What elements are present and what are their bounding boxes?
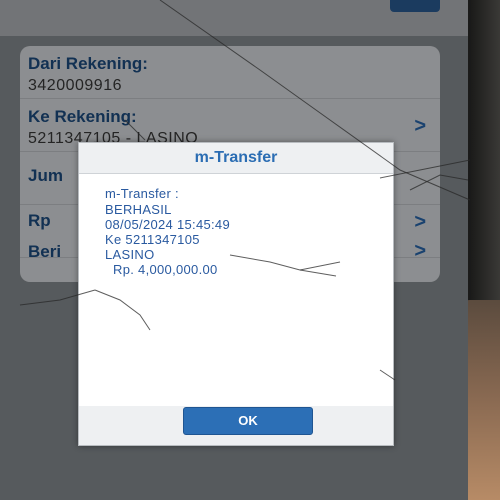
message-line: m-Transfer :	[105, 186, 179, 201]
message-line: 08/05/2024 15:45:49	[105, 217, 230, 232]
message-line: LASINO	[105, 247, 155, 262]
transfer-result-dialog: m-Transfer m-Transfer : BERHASIL 08/05/2…	[78, 142, 394, 446]
message-line: Ke 5211347105	[105, 232, 200, 247]
ok-button[interactable]: OK	[183, 407, 313, 435]
dialog-title: m-Transfer	[79, 143, 393, 174]
phone-screen: Dari Rekening: 3420009916 Ke Rekening: 5…	[0, 0, 468, 500]
message-line: BERHASIL	[105, 202, 172, 217]
dialog-message: m-Transfer : BERHASIL 08/05/2024 15:45:4…	[79, 174, 393, 406]
message-line: Rp. 4,000,000.00	[113, 262, 218, 277]
